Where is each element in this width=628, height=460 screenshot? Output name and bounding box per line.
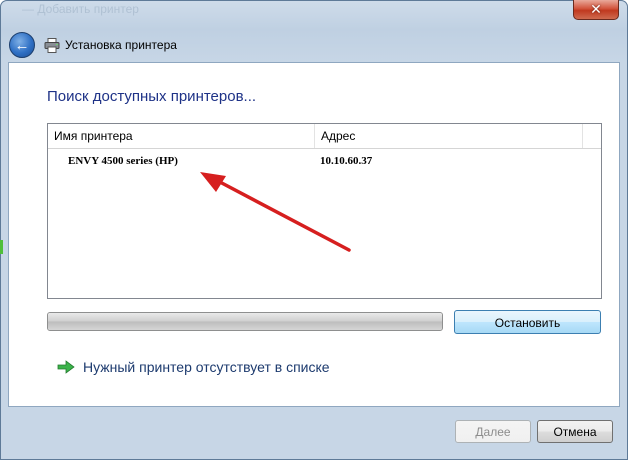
stop-button[interactable]: Остановить: [454, 310, 601, 334]
column-header-printer-name[interactable]: Имя принтера: [48, 124, 314, 148]
next-button[interactable]: Далее: [455, 420, 531, 443]
missing-printer-link[interactable]: Нужный принтер отсутствует в списке: [57, 357, 330, 377]
printer-icon: [44, 38, 60, 53]
printer-setup-window: — Добавить принтер ✕ ← Установка принтер…: [0, 0, 628, 460]
printer-name-cell: ENVY 4500 series (HP): [68, 155, 178, 167]
wizard-content: Поиск доступных принтеров... Имя принтер…: [8, 62, 620, 407]
cancel-button[interactable]: Отмена: [537, 420, 613, 443]
back-arrow-icon: ←: [14, 36, 30, 54]
window-title: — Добавить принтер: [22, 2, 139, 16]
search-progress-bar: [47, 312, 443, 331]
list-item[interactable]: ENVY 4500 series (HP) 10.10.60.37: [48, 150, 601, 172]
column-separator[interactable]: [582, 124, 583, 148]
back-button[interactable]: ←: [9, 32, 35, 58]
missing-printer-link-text: Нужный принтер отсутствует в списке: [83, 359, 330, 375]
printer-list[interactable]: Имя принтера Адрес ENVY 4500 series (HP)…: [47, 123, 602, 299]
close-button[interactable]: ✕: [573, 0, 619, 20]
list-header: Имя принтера Адрес: [48, 124, 601, 149]
printer-address-cell: 10.10.60.37: [320, 155, 373, 167]
close-icon: ✕: [590, 1, 602, 17]
navigation-bar: ← Установка принтера: [0, 30, 628, 62]
title-bar[interactable]: — Добавить принтер ✕: [0, 0, 628, 30]
progress-fill: [48, 313, 442, 330]
wizard-title: Установка принтера: [65, 38, 177, 52]
column-header-address[interactable]: Адрес: [315, 124, 582, 148]
background-edge: [0, 240, 3, 254]
green-arrow-icon: [57, 360, 75, 374]
page-heading: Поиск доступных принтеров...: [47, 88, 257, 105]
